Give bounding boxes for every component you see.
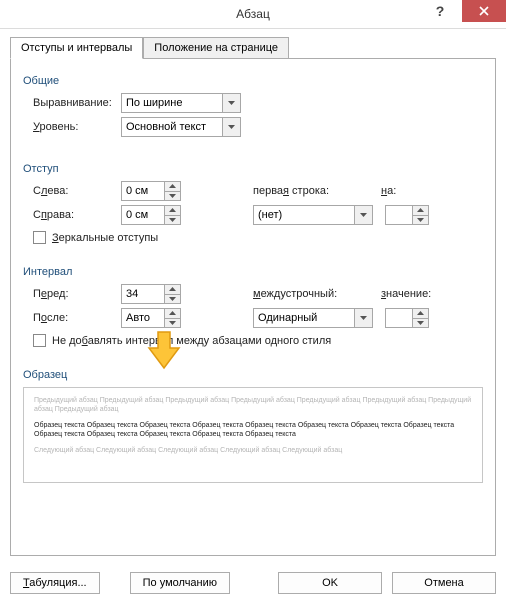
preview-box: Предыдущий абзац Предыдущий абзац Предыд… — [23, 387, 483, 483]
value-spinner[interactable] — [385, 308, 429, 328]
section-indent: Отступ — [23, 163, 483, 175]
mirror-indents-label: Зеркальные отступы — [52, 232, 158, 244]
dont-add-space-label: Не добавлять интервал между абзацами одн… — [52, 335, 331, 347]
on-spinner[interactable] — [385, 205, 429, 225]
preview-next-paragraph: Следующий абзац Следующий абзац Следующи… — [34, 446, 472, 455]
before-spinner[interactable]: 34 — [121, 284, 181, 304]
right-indent-spinner[interactable]: 0 см — [121, 205, 181, 225]
close-button[interactable] — [462, 0, 506, 22]
after-label: После: — [33, 312, 121, 324]
section-spacing: Интервал — [23, 266, 483, 278]
spin-down-icon[interactable] — [165, 192, 180, 201]
tabs-button[interactable]: Табуляция... — [10, 572, 100, 594]
chevron-down-icon — [354, 309, 372, 327]
left-indent-label: Слева: — [33, 185, 121, 197]
window-title: Абзац — [236, 7, 270, 21]
right-indent-label: Справа: — [33, 209, 121, 221]
on-label: на: — [381, 185, 396, 197]
spin-up-icon[interactable] — [413, 206, 428, 216]
spin-up-icon[interactable] — [413, 309, 428, 319]
line-spacing-combo[interactable]: Одинарный — [253, 308, 373, 328]
line-spacing-label: междустрочный: — [253, 288, 363, 300]
mirror-indents-checkbox[interactable] — [33, 231, 46, 244]
spin-down-icon[interactable] — [165, 216, 180, 225]
spin-up-icon[interactable] — [165, 206, 180, 216]
ok-button[interactable]: OK — [278, 572, 382, 594]
level-label: Уровень: — [33, 121, 121, 133]
tab-page-position[interactable]: Положение на странице — [143, 37, 289, 59]
value-label: значение: — [381, 288, 431, 300]
tab-indents-spacing[interactable]: Отступы и интервалы — [10, 37, 143, 59]
alignment-combo[interactable]: По ширине — [121, 93, 241, 113]
spin-down-icon[interactable] — [413, 216, 428, 225]
close-icon — [479, 6, 489, 16]
section-general: Общие — [23, 75, 483, 87]
spin-up-icon[interactable] — [165, 309, 180, 319]
preview-prev-paragraph: Предыдущий абзац Предыдущий абзац Предыд… — [34, 396, 472, 415]
first-line-label: первая строка: — [253, 185, 363, 197]
default-button[interactable]: По умолчанию — [130, 572, 230, 594]
left-indent-spinner[interactable]: 0 см — [121, 181, 181, 201]
spin-up-icon[interactable] — [165, 285, 180, 295]
cancel-button[interactable]: Отмена — [392, 572, 496, 594]
alignment-label: Выравнивание: — [33, 97, 121, 109]
preview-sample-text: Образец текста Образец текста Образец те… — [34, 421, 472, 440]
spin-down-icon[interactable] — [165, 319, 180, 328]
spin-up-icon[interactable] — [165, 182, 180, 192]
chevron-down-icon — [222, 94, 240, 112]
first-line-combo[interactable]: (нет) — [253, 205, 373, 225]
title-bar: Абзац ? — [0, 0, 506, 29]
spin-down-icon[interactable] — [413, 319, 428, 328]
chevron-down-icon — [354, 206, 372, 224]
level-combo[interactable]: Основной текст — [121, 117, 241, 137]
before-label: Перед: — [33, 288, 121, 300]
after-spinner[interactable]: Авто — [121, 308, 181, 328]
dont-add-space-checkbox[interactable] — [33, 334, 46, 347]
help-button[interactable]: ? — [418, 0, 462, 22]
spin-down-icon[interactable] — [165, 295, 180, 304]
chevron-down-icon — [222, 118, 240, 136]
section-preview: Образец — [23, 369, 483, 381]
